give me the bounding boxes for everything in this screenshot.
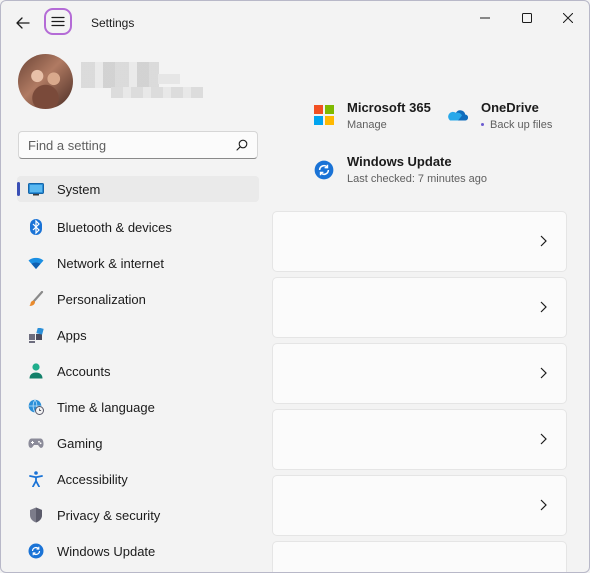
selection-indicator: [17, 182, 20, 196]
minimize-icon: [480, 17, 490, 19]
settings-card[interactable]: [272, 409, 567, 470]
sidebar-item-accessibility[interactable]: Accessibility: [17, 461, 259, 497]
chevron-right-icon: [540, 367, 547, 379]
onedrive-tile[interactable]: OneDrive Back up files: [447, 98, 567, 134]
search-icon[interactable]: [236, 139, 248, 151]
monitor-icon: [28, 181, 44, 197]
sidebar-item-label: Network & internet: [57, 255, 164, 271]
tile-subtitle: Back up files: [490, 119, 553, 131]
tile-subtitle: Last checked: 7 minutes ago: [347, 173, 488, 185]
sidebar-item-accounts[interactable]: Accounts: [17, 353, 259, 389]
onedrive-cloud-icon: [448, 110, 468, 121]
update-icon: [28, 543, 44, 559]
sidebar-item-privacy-security[interactable]: Privacy & security: [17, 497, 259, 533]
sidebar-item-label: Gaming: [57, 435, 103, 451]
tile-subtitle: Manage: [347, 119, 387, 131]
settings-card[interactable]: [272, 211, 567, 272]
chevron-right-icon: [540, 235, 547, 247]
settings-card[interactable]: [272, 541, 567, 572]
navigation-menu-button[interactable]: [44, 8, 72, 35]
globe-clock-icon: [28, 399, 44, 415]
sidebar-item-label: Accessibility: [57, 471, 128, 487]
accessibility-icon: [28, 471, 44, 487]
windows-update-tile[interactable]: Windows Update Last checked: 7 minutes a…: [312, 152, 512, 188]
sidebar-item-windows-update[interactable]: Windows Update: [17, 533, 259, 569]
maximize-icon: [522, 13, 532, 23]
search-box[interactable]: [18, 131, 258, 159]
back-button[interactable]: [11, 11, 35, 35]
sidebar-item-label: Accounts: [57, 363, 111, 379]
microsoft-logo-icon: [314, 105, 334, 125]
sidebar-item-system[interactable]: System: [17, 176, 259, 202]
sidebar-item-label: System: [57, 181, 101, 197]
sidebar-item-bluetooth[interactable]: Bluetooth & devices: [17, 209, 259, 245]
sidebar-item-label: Privacy & security: [57, 507, 161, 523]
redacted-user-detail: [158, 74, 180, 84]
sidebar-item-label: Personalization: [57, 291, 146, 307]
window-title: Settings: [91, 16, 135, 30]
gamepad-icon: [28, 435, 44, 451]
maximize-button[interactable]: [509, 7, 545, 29]
tile-title: OneDrive: [481, 100, 539, 115]
sidebar-item-gaming[interactable]: Gaming: [17, 425, 259, 461]
redacted-user-name: [81, 62, 159, 88]
chevron-right-icon: [540, 433, 547, 445]
user-avatar[interactable]: [18, 54, 73, 109]
tile-title: Microsoft 365: [347, 100, 431, 115]
person-icon: [28, 363, 44, 379]
sidebar-item-label: Time & language: [57, 399, 155, 415]
update-icon: [314, 160, 334, 180]
shield-icon: [28, 507, 44, 523]
sidebar-nav: System Bluetooth & devices Network & int…: [17, 173, 259, 569]
status-dot: [481, 123, 484, 126]
minimize-button[interactable]: [467, 7, 503, 29]
brush-icon: [28, 291, 44, 307]
sidebar-item-label: Bluetooth & devices: [57, 219, 172, 235]
sidebar-item-time-language[interactable]: Time & language: [17, 389, 259, 425]
sidebar-item-network[interactable]: Network & internet: [17, 245, 259, 281]
title-bar: Settings: [1, 1, 589, 45]
settings-card[interactable]: [272, 277, 567, 338]
bluetooth-icon: [28, 219, 44, 235]
settings-card[interactable]: [272, 343, 567, 404]
chevron-right-icon: [540, 499, 547, 511]
sidebar-item-apps[interactable]: Apps: [17, 317, 259, 353]
sidebar-item-personalization[interactable]: Personalization: [17, 281, 259, 317]
settings-window: Settings System: [0, 0, 590, 573]
apps-icon: [28, 327, 44, 343]
hamburger-menu-icon: [51, 16, 65, 27]
close-icon: [563, 13, 573, 23]
wifi-icon: [28, 255, 44, 271]
chevron-right-icon: [540, 301, 547, 313]
redacted-user-email: [111, 87, 203, 98]
sidebar-item-label: Apps: [57, 327, 87, 343]
microsoft-365-tile[interactable]: Microsoft 365 Manage: [312, 98, 442, 134]
settings-card[interactable]: [272, 475, 567, 536]
tile-title: Windows Update: [347, 154, 452, 169]
search-input[interactable]: [28, 137, 228, 153]
sidebar-item-label: Windows Update: [57, 543, 156, 559]
close-button[interactable]: [550, 7, 586, 29]
back-arrow-icon: [16, 17, 30, 29]
